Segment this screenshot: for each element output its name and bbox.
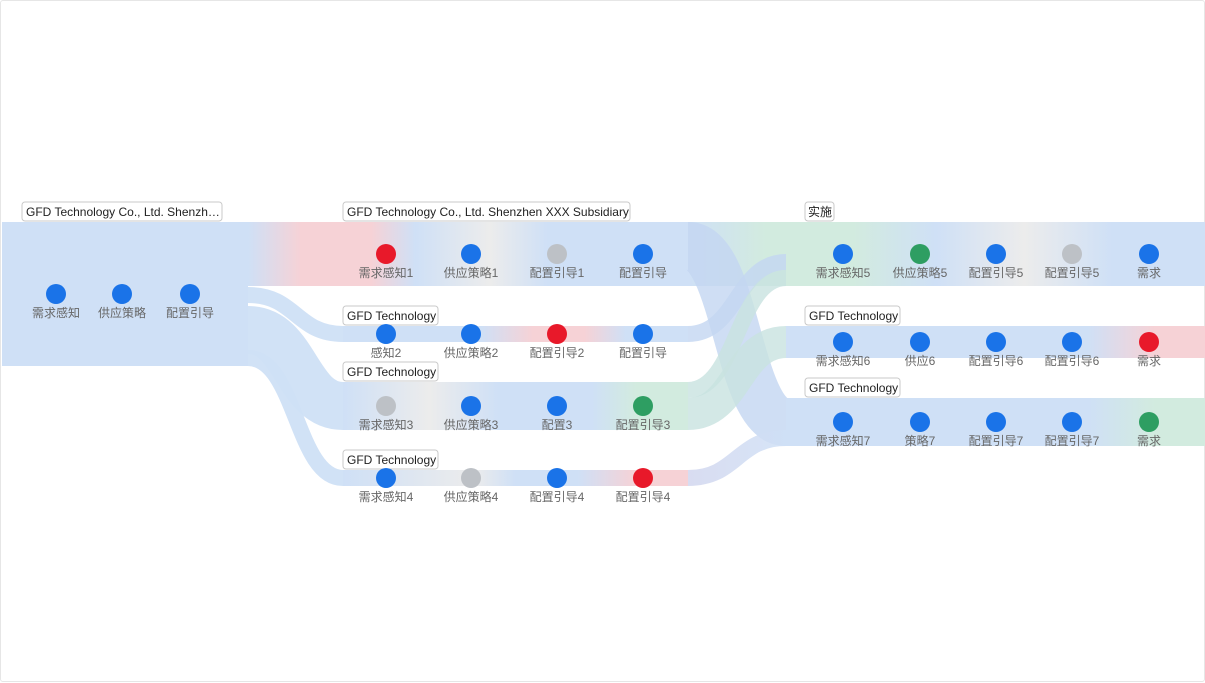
node-label: 需求感知 — [32, 305, 80, 320]
node-label: 配置引导6 — [969, 354, 1024, 368]
node-label: 配置引导7 — [1045, 434, 1100, 448]
group-title-text: GFD Technology — [347, 453, 436, 467]
node-label: 配置引导2 — [530, 346, 585, 360]
node-status-dot[interactable] — [1139, 412, 1159, 432]
node-label: 需求感知5 — [816, 265, 871, 280]
node-label: 配置3 — [542, 418, 573, 432]
node-label: 配置引导4 — [616, 490, 671, 504]
group-title-5[interactable]: 实施 — [804, 201, 835, 222]
node-label: 需求感知4 — [359, 489, 414, 504]
node-status-dot[interactable] — [633, 324, 653, 344]
group-title-text: GFD Technology — [347, 365, 436, 379]
node-status-dot[interactable] — [986, 244, 1006, 264]
group-title-3[interactable]: GFD Technology — [342, 361, 439, 382]
node-label: 需求 — [1137, 434, 1161, 448]
diagram-canvas: GFD Technology Co., Ltd. Shenzh… GFD Tec… — [0, 0, 1205, 682]
node-label: 需求感知7 — [816, 433, 871, 448]
node-status-dot[interactable] — [910, 412, 930, 432]
group-title-7[interactable]: GFD Technology — [804, 377, 901, 398]
group-title-text: GFD Technology — [809, 381, 898, 395]
group-title-4[interactable]: GFD Technology — [342, 449, 439, 470]
group-title-text: GFD Technology — [347, 309, 436, 323]
node-label: 供应6 — [905, 353, 936, 368]
node-status-dot[interactable] — [376, 396, 396, 416]
group-title-text: GFD Technology Co., Ltd. Shenzh… — [26, 205, 220, 219]
flow-diagram: GFD Technology Co., Ltd. Shenzh… GFD Tec… — [2, 201, 1205, 504]
node-status-dot[interactable] — [833, 332, 853, 352]
node-status-dot[interactable] — [910, 244, 930, 264]
node-label: 配置引导6 — [1045, 354, 1100, 368]
node-status-dot[interactable] — [986, 412, 1006, 432]
node-label: 供应策略4 — [444, 489, 499, 504]
node-label: 配置引导7 — [969, 434, 1024, 448]
node-label: 策略7 — [905, 433, 936, 448]
node-status-dot[interactable] — [1062, 412, 1082, 432]
node-status-dot[interactable] — [547, 468, 567, 488]
node-label: 配置引导 — [166, 306, 214, 320]
node-status-dot[interactable] — [633, 244, 653, 264]
node-label: 感知2 — [371, 345, 402, 360]
node-status-dot[interactable] — [376, 244, 396, 264]
node-status-dot[interactable] — [376, 468, 396, 488]
node-label: 需求感知1 — [359, 265, 414, 280]
node-status-dot[interactable] — [833, 244, 853, 264]
group-title-text: 实施 — [808, 204, 832, 219]
node-status-dot[interactable] — [547, 244, 567, 264]
node-label: 配置引导1 — [530, 266, 585, 280]
node-status-dot[interactable] — [461, 396, 481, 416]
node-label: 供应策略1 — [444, 265, 499, 280]
node-label: 供应策略 — [98, 305, 146, 320]
node-status-dot[interactable] — [1062, 332, 1082, 352]
group-title-1[interactable]: GFD Technology Co., Ltd. Shenzhen XXX Su… — [342, 201, 631, 222]
node-status-dot[interactable] — [1139, 244, 1159, 264]
node-label: 配置引导5 — [1045, 266, 1100, 280]
group-title-2[interactable]: GFD Technology — [342, 305, 439, 326]
node-label: 需求 — [1137, 354, 1161, 368]
node-status-dot[interactable] — [910, 332, 930, 352]
group-title-6[interactable]: GFD Technology — [804, 305, 901, 326]
node-status-dot[interactable] — [461, 244, 481, 264]
node-label: 配置引导 — [619, 266, 667, 280]
node-status-dot[interactable] — [1139, 332, 1159, 352]
group-title-0[interactable]: GFD Technology Co., Ltd. Shenzh… — [21, 201, 223, 222]
link-row-4-row-7 — [687, 430, 787, 486]
group-title-text: GFD Technology Co., Ltd. Shenzhen XXX Su… — [347, 205, 629, 219]
node-status-dot[interactable] — [461, 324, 481, 344]
node-label: 配置引导 — [619, 346, 667, 360]
node-status-dot[interactable] — [833, 412, 853, 432]
node-label: 配置引导5 — [969, 266, 1024, 280]
flow-bands — [2, 222, 1205, 486]
node-status-dot[interactable] — [633, 396, 653, 416]
node-label: 需求感知3 — [359, 417, 414, 432]
node-status-dot[interactable] — [986, 332, 1006, 352]
node-label: 配置引导4 — [530, 490, 585, 504]
node-status-dot[interactable] — [633, 468, 653, 488]
node-status-dot[interactable] — [112, 284, 132, 304]
node-status-dot[interactable] — [376, 324, 396, 344]
node-status-dot[interactable] — [46, 284, 66, 304]
node-status-dot[interactable] — [547, 396, 567, 416]
node-label: 供应策略2 — [444, 345, 499, 360]
node-status-dot[interactable] — [1062, 244, 1082, 264]
node-label: 配置引导3 — [616, 418, 671, 432]
node-status-dot[interactable] — [461, 468, 481, 488]
node-status-dot[interactable] — [180, 284, 200, 304]
node-label: 供应策略5 — [893, 265, 948, 280]
node-label: 供应策略3 — [444, 417, 499, 432]
node-status-dot[interactable] — [547, 324, 567, 344]
group-title-text: GFD Technology — [809, 309, 898, 323]
node-label: 需求感知6 — [816, 353, 871, 368]
node-label: 需求 — [1137, 266, 1161, 280]
